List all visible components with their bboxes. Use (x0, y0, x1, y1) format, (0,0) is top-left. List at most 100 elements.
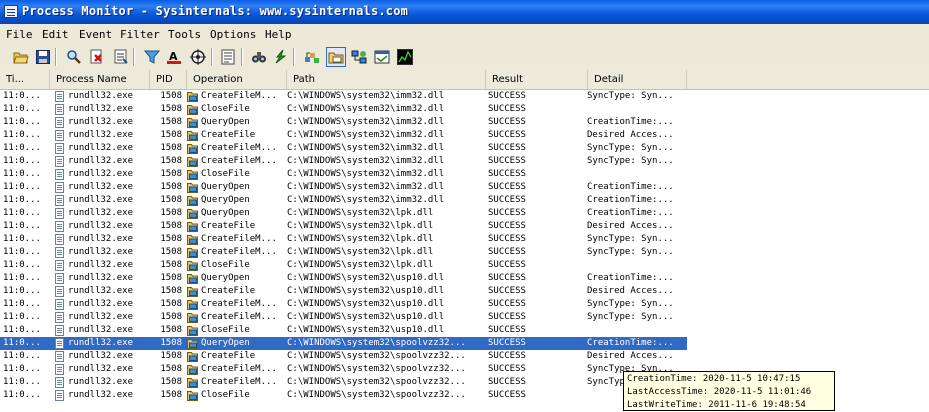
profiling-button[interactable] (395, 47, 415, 67)
table-row[interactable]: 11:0... rundll32.exe 1508 QueryOpen C:\WINDO… (0, 272, 687, 285)
target-icon (190, 49, 206, 65)
table-row[interactable]: 11:0... rundll32.exe 1508 CreateFileM... C:\… (0, 246, 687, 259)
cell-time: 11:0... (3, 377, 41, 387)
col-time-header[interactable]: Ti... (0, 70, 50, 89)
cell-detail (587, 168, 687, 181)
cell-time: 11:0... (3, 130, 41, 140)
cell-path: C:\WINDOWS\system32\lpk.dll (287, 221, 434, 231)
filesystem-operation-icon (187, 195, 198, 206)
target-button[interactable] (188, 47, 208, 67)
table-row[interactable]: 11:0... rundll32.exe 1508 CloseFile C:\WINDO… (0, 324, 687, 337)
table-row[interactable]: 11:0... rundll32.exe 1508 CreateFile C:\WIND… (0, 129, 687, 142)
cell-time: 11:0... (3, 299, 41, 309)
registry-button[interactable] (302, 47, 322, 67)
table-row[interactable]: 11:0... rundll32.exe 1508 CreateFileM... C:\… (0, 363, 687, 376)
capture-button[interactable] (87, 47, 107, 67)
table-row[interactable]: 11:0... rundll32.exe 1508 QueryOpen C:\WINDO… (0, 194, 687, 207)
table-row[interactable]: 11:0... rundll32.exe 1508 CreateFileM... C:\… (0, 376, 687, 389)
table-row[interactable]: 11:0... rundll32.exe 1508 CreateFileM... C:\… (0, 233, 687, 246)
autoscroll-button[interactable] (111, 47, 131, 67)
table-row[interactable]: 11:0... rundll32.exe 1508 CreateFileM... C:\… (0, 155, 687, 168)
network-button[interactable] (349, 47, 369, 67)
magnifier-button[interactable] (64, 47, 84, 67)
cell-time: 11:0... (3, 104, 41, 114)
cell-path: C:\WINDOWS\system32\imm32.dll (287, 169, 445, 179)
table-row[interactable]: 11:0... rundll32.exe 1508 CreateFileM... C:\… (0, 311, 687, 324)
filesystem-operation-icon (187, 247, 198, 258)
event-list[interactable]: 11:0... rundll32.exe 1508 CreateFileM... C:\… (0, 90, 929, 408)
process-icon (55, 299, 64, 310)
column-header: Ti... Process Name PID Operation Path Re… (0, 70, 929, 90)
process-icon (55, 312, 64, 323)
cell-operation: CreateFileM... (201, 234, 277, 244)
menu-file[interactable]: File (6, 28, 33, 41)
table-row[interactable]: 11:0... rundll32.exe 1508 CloseFile C:\WINDO… (0, 103, 687, 116)
highlight-button[interactable]: A (164, 47, 184, 67)
open-button[interactable] (11, 47, 31, 67)
menu-filter[interactable]: Filter (120, 28, 160, 41)
find-button[interactable] (249, 47, 269, 67)
col-pid-header[interactable]: PID (150, 70, 187, 89)
window-title: Process Monitor - Sysinternals: www.sysi… (22, 4, 409, 18)
filesystem-button[interactable] (326, 47, 346, 67)
table-row[interactable]: 11:0... rundll32.exe 1508 CloseFile C:\WINDO… (0, 259, 687, 272)
filesystem-operation-icon (187, 390, 198, 401)
col-result-header[interactable]: Result (486, 70, 588, 89)
cell-pid: 1508 (160, 273, 182, 283)
table-row[interactable]: 11:0... rundll32.exe 1508 CreateFileM... C:\… (0, 90, 687, 103)
jump-button[interactable] (271, 47, 291, 67)
title-bar[interactable]: Process Monitor - Sysinternals: www.sysi… (0, 0, 929, 24)
cell-operation: QueryOpen (201, 195, 250, 205)
cell-process: rundll32.exe (68, 156, 134, 166)
menu-options[interactable]: Options (210, 28, 256, 41)
save-button[interactable] (33, 47, 53, 67)
col-process-header[interactable]: Process Name (50, 70, 150, 89)
table-row[interactable]: 11:0... rundll32.exe 1508 QueryOpen C:\WINDO… (0, 181, 687, 194)
table-row[interactable]: 11:0... rundll32.exe 1508 CloseFile C:\WINDO… (0, 168, 687, 181)
table-row[interactable]: 11:0... rundll32.exe 1508 CloseFile C:\WINDO… (0, 389, 687, 402)
cell-result: SUCCESS (488, 130, 526, 140)
cell-pid: 1508 (160, 247, 182, 257)
open-icon (13, 49, 29, 65)
menu-event[interactable]: Event (79, 28, 112, 41)
table-row[interactable]: 11:0... rundll32.exe 1508 CreateFile C:\WIND… (0, 285, 687, 298)
menu-tools[interactable]: Tools (168, 28, 201, 41)
filter-icon (143, 49, 161, 65)
cell-time: 11:0... (3, 91, 41, 101)
process-icon (55, 91, 64, 102)
cell-operation: CreateFile (201, 286, 256, 296)
cell-process: rundll32.exe (68, 182, 134, 192)
cell-process: rundll32.exe (68, 260, 134, 270)
table-row[interactable]: 11:0... rundll32.exe 1508 CreateFileM... C:\… (0, 298, 687, 311)
cell-process: rundll32.exe (68, 273, 134, 283)
table-row[interactable]: 11:0... rundll32.exe 1508 CreateFileM... C:\… (0, 142, 687, 155)
process-icon (55, 195, 64, 206)
cell-time: 11:0... (3, 260, 41, 270)
table-row[interactable]: 11:0... rundll32.exe 1508 QueryOpen C:\WINDO… (0, 116, 687, 129)
process-icon (55, 182, 64, 193)
process-icon (55, 325, 64, 336)
cell-operation: CreateFile (201, 221, 256, 231)
cell-process: rundll32.exe (68, 130, 134, 140)
cell-detail: SyncType: Syn... (587, 91, 674, 101)
menu-edit[interactable]: Edit (42, 28, 69, 41)
cell-process: rundll32.exe (68, 221, 134, 231)
cell-pid: 1508 (160, 312, 182, 322)
col-detail-header[interactable]: Detail (588, 70, 687, 89)
table-row[interactable]: 11:0... rundll32.exe 1508 QueryOpen C:\WINDO… (0, 337, 687, 350)
properties-button[interactable] (218, 47, 238, 67)
menu-help[interactable]: Help (265, 28, 292, 41)
process-button[interactable] (372, 47, 392, 67)
filesystem-operation-icon (187, 182, 198, 193)
table-row[interactable]: 11:0... rundll32.exe 1508 CreateFile C:\WIND… (0, 350, 687, 363)
cell-result: SUCCESS (488, 351, 526, 361)
cell-path: C:\WINDOWS\system32\imm32.dll (287, 91, 445, 101)
col-operation-header[interactable]: Operation (187, 70, 287, 89)
col-path-header[interactable]: Path (287, 70, 486, 89)
cell-time: 11:0... (3, 234, 41, 244)
table-row[interactable]: 11:0... rundll32.exe 1508 CreateFile C:\WIND… (0, 220, 687, 233)
cell-time: 11:0... (3, 208, 41, 218)
filter-button[interactable] (142, 47, 162, 67)
filesystem-operation-icon (187, 234, 198, 245)
table-row[interactable]: 11:0... rundll32.exe 1508 QueryOpen C:\WINDO… (0, 207, 687, 220)
